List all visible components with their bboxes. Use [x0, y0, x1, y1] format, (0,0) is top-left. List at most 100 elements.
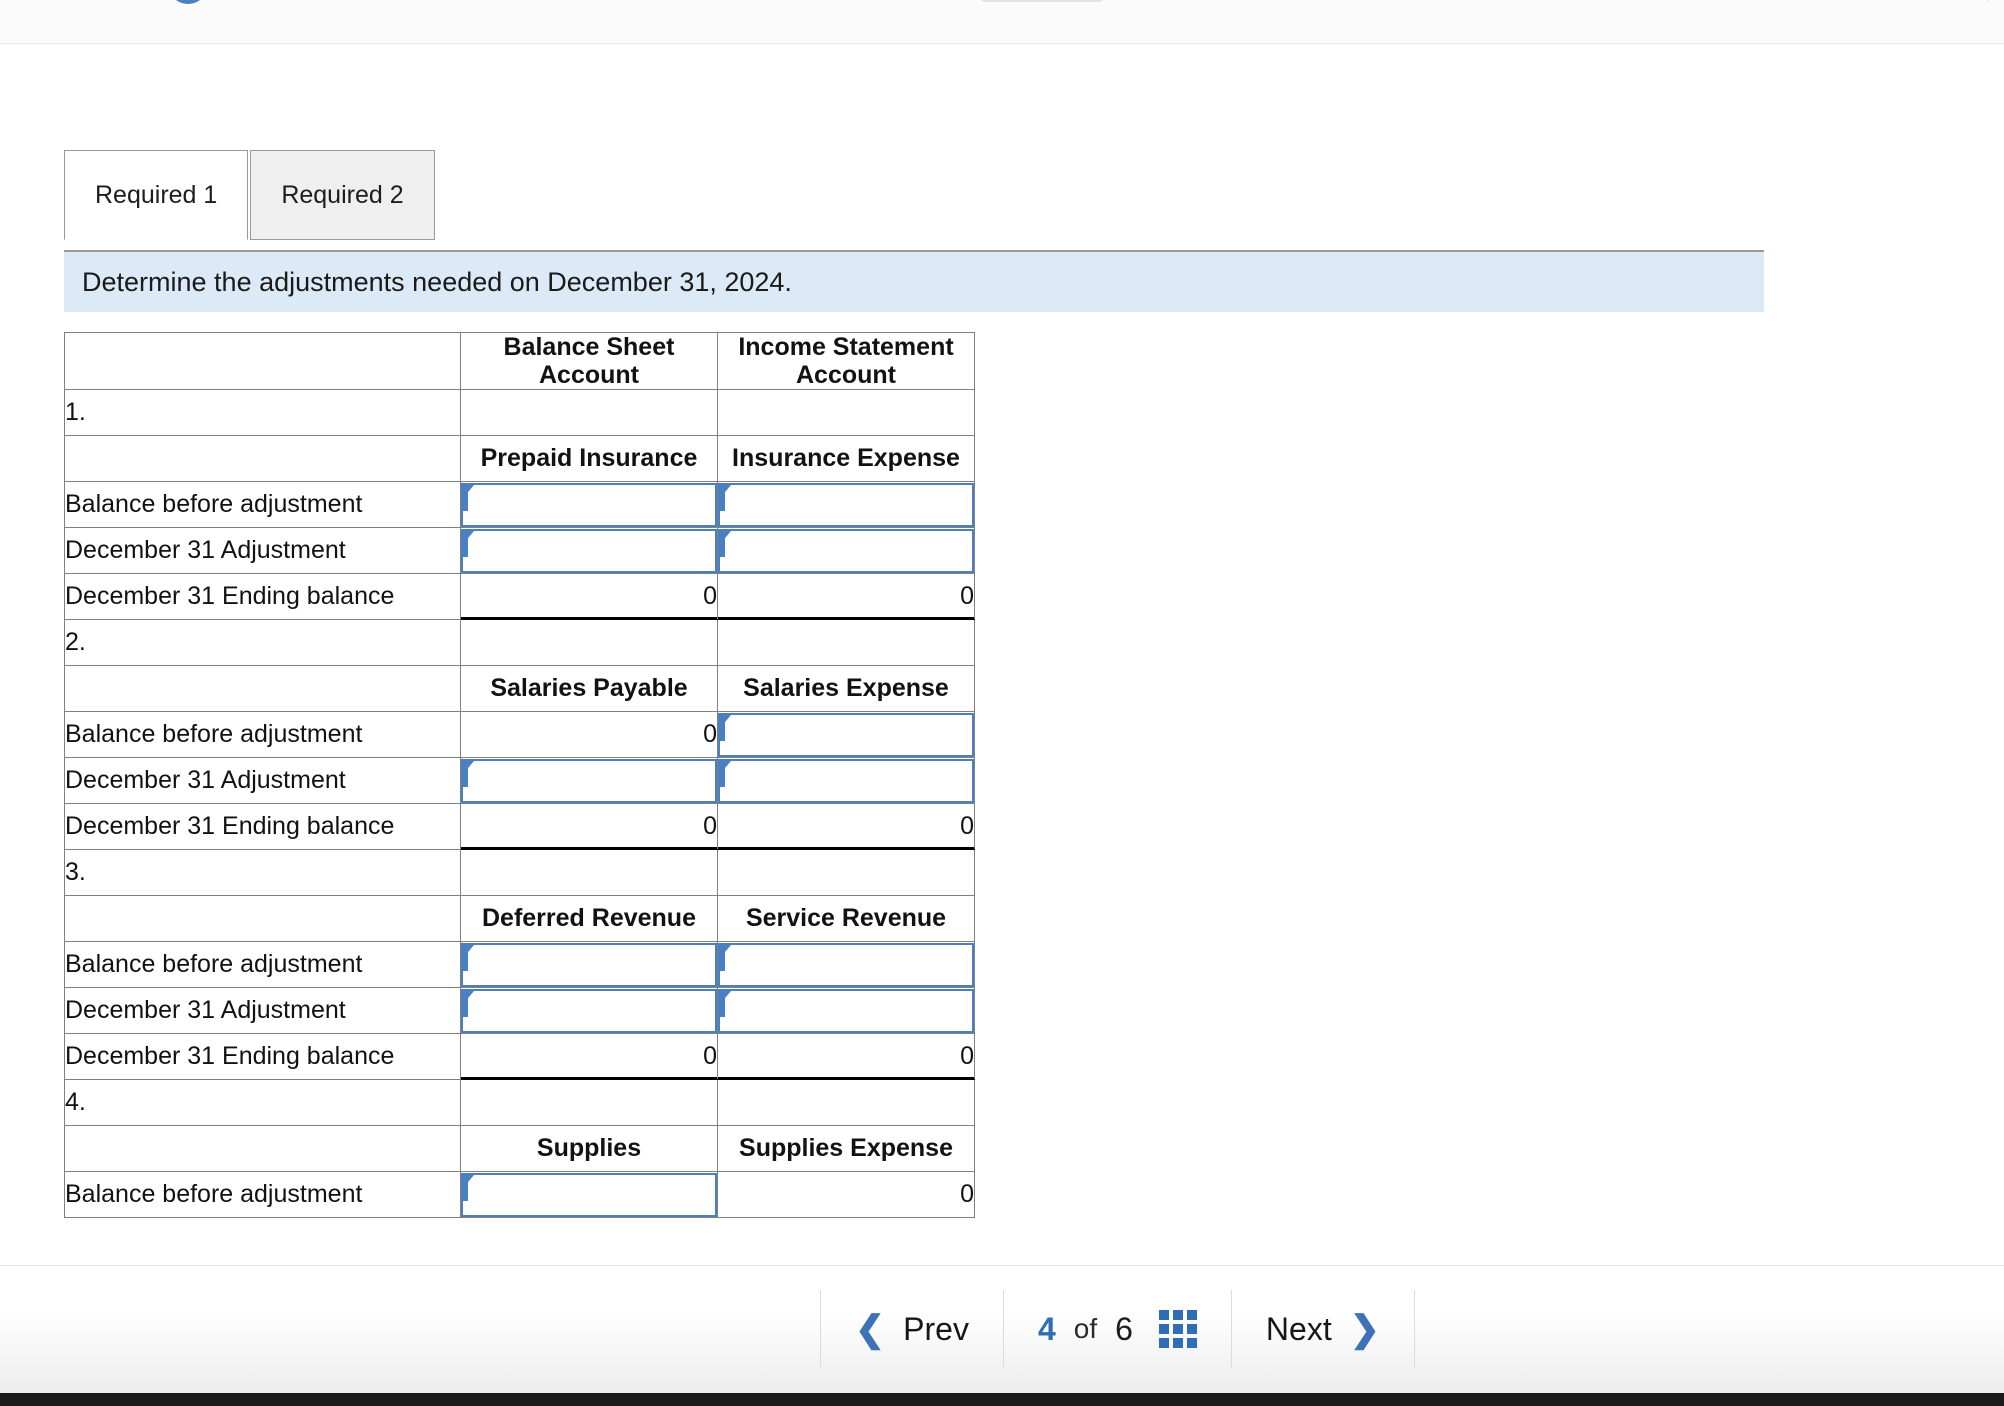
next-button[interactable]: Next ❯ — [1232, 1276, 1414, 1382]
section-blank-bs — [460, 619, 718, 666]
december-31-adjustment-income-statement-cell[interactable] — [717, 527, 975, 574]
account-row-blank-label — [64, 1125, 461, 1172]
december-31-adjustment-label: December 31 Adjustment — [64, 527, 461, 574]
balance-before-adjustment-balance-sheet-cell: 0 — [460, 711, 718, 758]
december-31-adjustment-balance-sheet-input[interactable] — [471, 990, 705, 1031]
section-number-1: 1. — [64, 389, 461, 436]
balance-before-adjustment-balance-sheet-input[interactable] — [471, 1174, 705, 1215]
december-31-adjustment-income-statement-cell[interactable] — [717, 757, 975, 804]
december-31-adjustment-income-statement-field[interactable] — [718, 988, 974, 1033]
tab-required-2[interactable]: Required 2 — [250, 150, 435, 240]
account-names-row: Supplies Supplies Expense — [64, 1125, 975, 1172]
header-balance-sheet-account: Balance Sheet Account — [460, 332, 718, 390]
income-statement-account-name: Supplies Expense — [717, 1125, 975, 1172]
app-header-bar: Homework i Saved Help — [0, 0, 2004, 44]
balance-before-adjustment-label: Balance before adjustment — [64, 941, 461, 988]
account-names-row: Salaries Payable Salaries Expense — [64, 665, 975, 712]
balance-before-adjustment-balance-sheet-field[interactable] — [461, 1172, 717, 1217]
december-31-ending-balance-label: December 31 Ending balance — [64, 1033, 461, 1080]
balance-before-adjustment-income-statement-input[interactable] — [728, 714, 962, 755]
section-blank-is — [717, 1079, 975, 1126]
december-31-adjustment-income-statement-input[interactable] — [728, 760, 962, 801]
december-31-ending-balance-balance-sheet-cell: 0 — [460, 1033, 718, 1080]
table-row: Balance before adjustment 0 — [64, 711, 975, 758]
balance-sheet-account-name: Prepaid Insurance — [460, 435, 718, 482]
tab-required-1[interactable]: Required 1 — [64, 150, 249, 240]
account-names-row: Deferred Revenue Service Revenue — [64, 895, 975, 942]
account-row-blank-label — [64, 435, 461, 482]
balance-before-adjustment-income-statement-field[interactable] — [718, 942, 974, 987]
balance-before-adjustment-balance-sheet-input[interactable] — [471, 944, 705, 985]
bottom-navigation-bar: ❮ Prev 4 of 6 Next ❯ — [0, 1265, 2004, 1393]
balance-before-adjustment-label: Balance before adjustment — [64, 481, 461, 528]
table-row: December 31 Adjustment — [64, 987, 975, 1034]
december-31-adjustment-income-statement-input[interactable] — [728, 530, 962, 571]
section-number-3: 3. — [64, 849, 461, 896]
section-number-2: 2. — [64, 619, 461, 666]
december-31-adjustment-balance-sheet-field[interactable] — [461, 528, 717, 573]
header-divider — [1987, 0, 1988, 2]
requirement-tabs: Required 1 Required 2 — [64, 150, 435, 240]
balance-before-adjustment-balance-sheet-cell[interactable] — [460, 1171, 718, 1218]
december-31-adjustment-balance-sheet-cell[interactable] — [460, 987, 718, 1034]
status-badge-saved: Saved — [978, 0, 1106, 2]
balance-before-adjustment-balance-sheet-field[interactable] — [461, 482, 717, 527]
balance-before-adjustment-income-statement-cell[interactable] — [717, 711, 975, 758]
section-number-row: 2. — [64, 619, 975, 666]
next-label: Next — [1265, 1310, 1332, 1347]
december-31-adjustment-balance-sheet-field[interactable] — [461, 758, 717, 803]
viewport-bottom-strip — [0, 1393, 2004, 1406]
balance-before-adjustment-balance-sheet-field[interactable] — [461, 942, 717, 987]
section-blank-bs — [460, 1079, 718, 1126]
december-31-adjustment-income-statement-cell[interactable] — [717, 987, 975, 1034]
december-31-adjustment-balance-sheet-input[interactable] — [471, 530, 705, 571]
income-statement-account-name: Service Revenue — [717, 895, 975, 942]
instruction-text: Determine the adjustments needed on Dece… — [82, 266, 792, 297]
december-31-adjustment-label: December 31 Adjustment — [64, 987, 461, 1034]
account-names-row: Prepaid Insurance Insurance Expense — [64, 435, 975, 482]
page-indicator[interactable]: 4 of 6 — [1004, 1276, 1231, 1382]
account-row-blank-label — [64, 665, 461, 712]
chevron-right-icon: ❯ — [1349, 1308, 1380, 1349]
balance-before-adjustment-income-statement-input[interactable] — [728, 944, 962, 985]
section-blank-is — [717, 389, 975, 436]
december-31-adjustment-income-statement-field[interactable] — [718, 528, 974, 573]
balance-before-adjustment-income-statement-cell[interactable] — [717, 481, 975, 528]
grid-menu-icon[interactable] — [1158, 1310, 1197, 1348]
balance-before-adjustment-income-statement-cell[interactable] — [717, 941, 975, 988]
december-31-adjustment-income-statement-input[interactable] — [728, 990, 962, 1031]
balance-before-adjustment-income-statement-input[interactable] — [728, 484, 962, 525]
section-blank-is — [717, 619, 975, 666]
table-row: December 31 Adjustment — [64, 757, 975, 804]
total-page-number: 6 — [1115, 1310, 1133, 1347]
balance-before-adjustment-balance-sheet-cell[interactable] — [460, 481, 718, 528]
section-blank-bs — [460, 389, 718, 436]
section-number-row: 3. — [64, 849, 975, 896]
december-31-ending-balance-balance-sheet-cell: 0 — [460, 803, 718, 850]
page-title: Homework — [8, 0, 183, 6]
balance-before-adjustment-balance-sheet-input[interactable] — [471, 484, 705, 525]
prev-button[interactable]: ❮ Prev — [821, 1276, 1003, 1382]
december-31-adjustment-balance-sheet-cell[interactable] — [460, 757, 718, 804]
december-31-ending-balance-income-statement-cell: 0 — [717, 803, 975, 850]
current-page-number: 4 — [1037, 1310, 1056, 1347]
balance-before-adjustment-income-statement-field[interactable] — [718, 712, 974, 757]
worksheet-scroll-region[interactable]: Balance Sheet Account Income Statement Acco… — [0, 312, 2004, 1265]
table-header-row: Balance Sheet Account Income Statement Acco… — [64, 332, 975, 390]
balance-before-adjustment-label: Balance before adjustment — [64, 1171, 461, 1218]
december-31-adjustment-balance-sheet-input[interactable] — [471, 760, 705, 801]
balance-before-adjustment-balance-sheet-cell[interactable] — [460, 941, 718, 988]
december-31-adjustment-income-statement-field[interactable] — [718, 758, 974, 803]
december-31-ending-balance-income-statement-cell: 0 — [717, 573, 975, 620]
section-number-row: 4. — [64, 1079, 975, 1126]
balance-before-adjustment-income-statement-cell: 0 — [717, 1171, 975, 1218]
balance-before-adjustment-label: Balance before adjustment — [64, 711, 461, 758]
nav-divider-right — [1413, 1290, 1415, 1368]
balance-before-adjustment-income-statement-field[interactable] — [718, 482, 974, 527]
december-31-adjustment-balance-sheet-field[interactable] — [461, 988, 717, 1033]
section-number-4: 4. — [64, 1079, 461, 1126]
balance-sheet-account-name: Salaries Payable — [460, 665, 718, 712]
december-31-ending-balance-label: December 31 Ending balance — [64, 573, 461, 620]
chevron-left-icon: ❮ — [855, 1308, 886, 1349]
december-31-adjustment-balance-sheet-cell[interactable] — [460, 527, 718, 574]
